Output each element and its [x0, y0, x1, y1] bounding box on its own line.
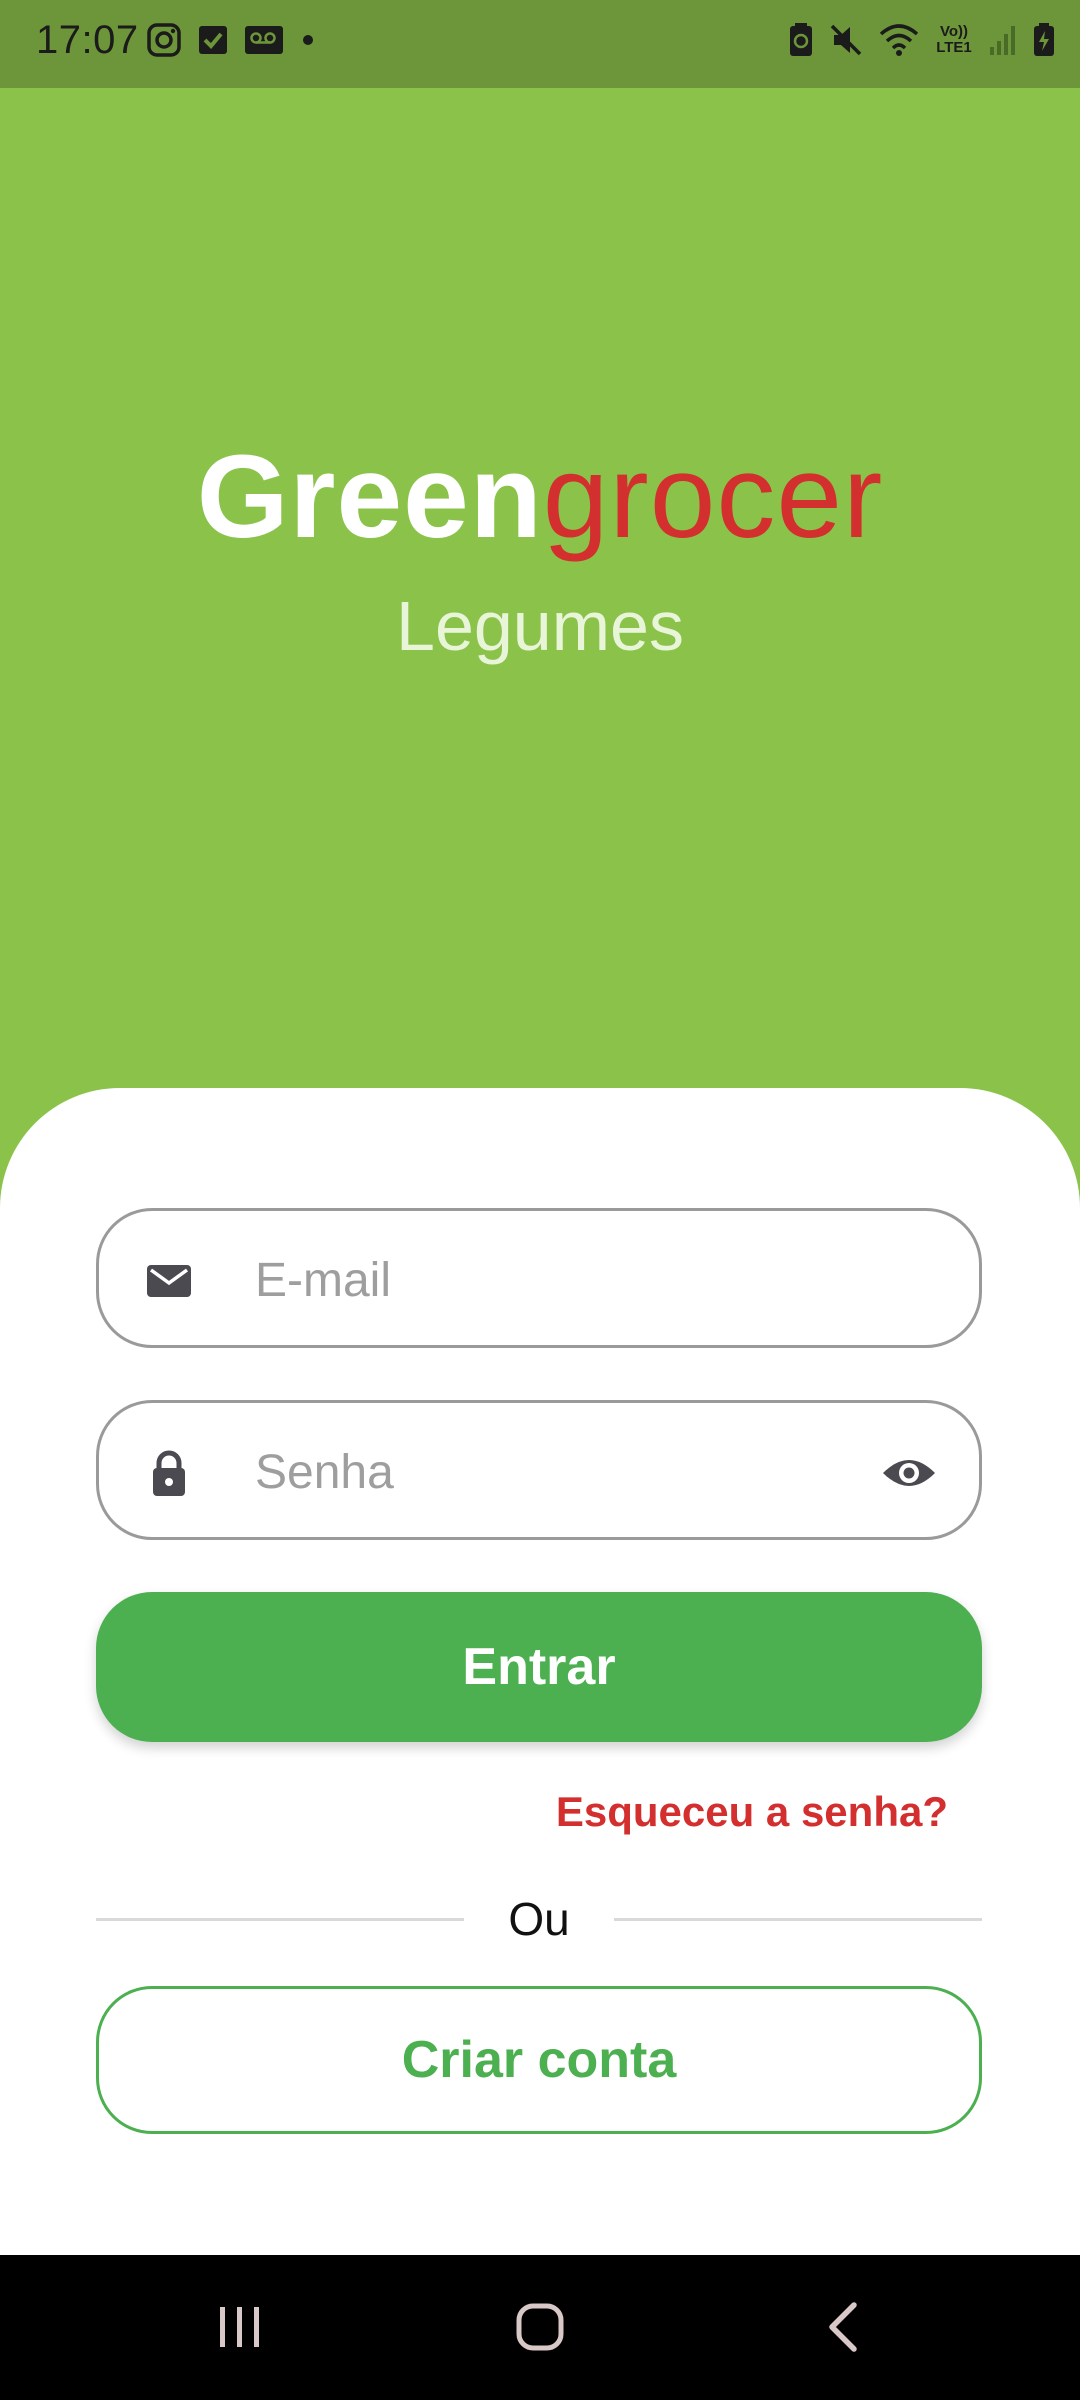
email-icon: [147, 1265, 191, 1297]
forgot-password-link[interactable]: Esqueceu a senha?: [556, 1788, 948, 1836]
back-icon[interactable]: [814, 2297, 874, 2357]
or-divider: Ou: [96, 1890, 982, 1950]
password-placeholder: Senha: [255, 1446, 394, 1499]
brand-logo: Greengrocer: [0, 432, 1080, 562]
brand-subtitle: Legumes: [396, 587, 684, 665]
checkbox-icon: [199, 26, 227, 54]
divider-line-right: [614, 1918, 982, 1921]
mute-icon: [830, 24, 862, 56]
brand-name-part2: grocer: [542, 431, 884, 563]
email-placeholder: E-mail: [255, 1254, 392, 1307]
instagram-icon: [147, 23, 181, 57]
system-nav-bar: [0, 2255, 1080, 2400]
voicemail-icon: [245, 26, 283, 54]
battery-saver-icon: [790, 23, 812, 56]
password-field[interactable]: Senha: [96, 1400, 982, 1540]
battery-icon: [1034, 23, 1054, 56]
lock-icon: [153, 1450, 185, 1496]
email-field[interactable]: E-mail: [96, 1208, 982, 1348]
volte-icon: Vo)) LTE1: [936, 23, 972, 56]
status-bar: 17:07 Vo)) LTE1: [0, 0, 1080, 88]
signal-icon: [990, 26, 1015, 55]
home-icon[interactable]: [510, 2297, 570, 2357]
visibility-toggle-icon[interactable]: [881, 1449, 937, 1497]
wifi-icon: [879, 24, 919, 56]
login-button[interactable]: Entrar: [96, 1592, 982, 1742]
brand-name-part1: Green: [196, 431, 543, 563]
dot-icon: [303, 35, 313, 45]
create-account-button[interactable]: Criar conta: [96, 1986, 982, 2134]
recents-icon[interactable]: [210, 2297, 270, 2357]
status-time: 17:07: [36, 18, 139, 62]
